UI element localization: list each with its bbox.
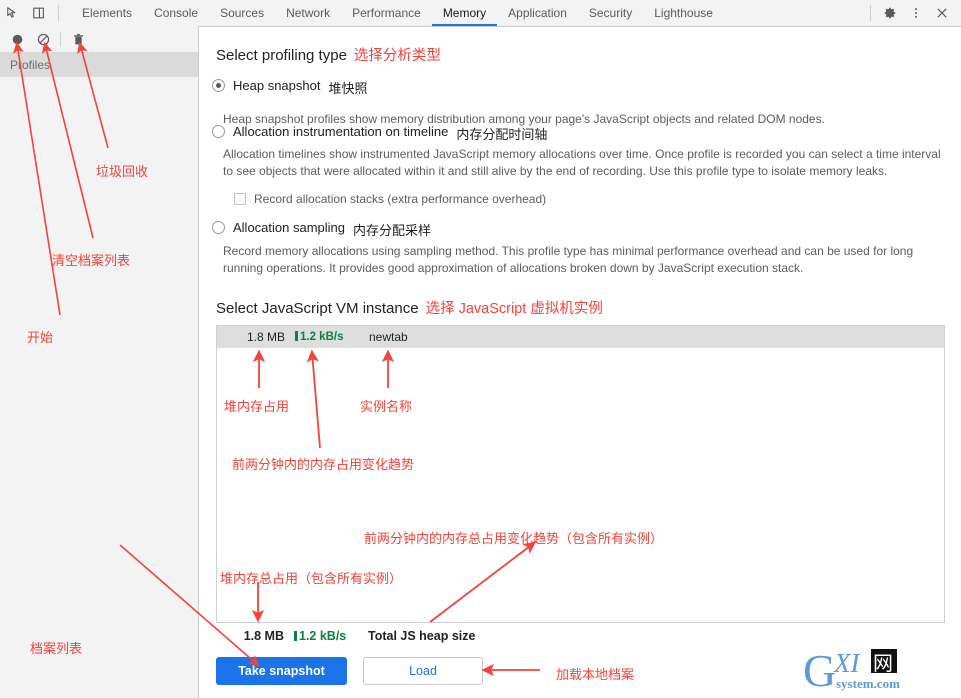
checkbox-label: Record allocation stacks (extra performa… [254, 192, 547, 206]
svg-text:网: 网 [873, 653, 893, 675]
record-button[interactable] [4, 26, 30, 52]
toolbar-divider [60, 31, 61, 47]
annotation-label: 堆内存总占用（包含所有实例） [220, 571, 403, 586]
checkbox-indicator [234, 193, 246, 205]
watermark-logo: G XI 网 system.com [803, 645, 953, 696]
radio-allocation-instrumentation[interactable]: Allocation instrumentation on timeline 内… [212, 124, 547, 143]
sidebar-item-profiles[interactable]: Profiles [0, 53, 198, 77]
annotation-label: 垃圾回收 [96, 164, 149, 179]
tab-sources[interactable]: Sources [209, 0, 275, 26]
profiles-sidebar: Profiles [0, 26, 199, 698]
allocation-instrumentation-description: Allocation timelines show instrumented J… [223, 147, 941, 178]
tab-network[interactable]: Network [275, 0, 341, 26]
total-heap-size: 1.8 MB [243, 629, 284, 643]
radio-label: Allocation sampling [233, 220, 346, 235]
toolbar-divider [58, 5, 59, 21]
radio-heap-snapshot[interactable]: Heap snapshot 堆快照 [212, 78, 367, 97]
allocation-sampling-description: Record memory allocations using sampling… [223, 244, 914, 275]
more-options-icon[interactable] [903, 0, 929, 26]
tab-lighthouse[interactable]: Lighthouse [643, 0, 724, 26]
close-icon[interactable] [929, 0, 955, 26]
sidebar-item-label: Profiles [10, 58, 51, 72]
annotation-label: 实例名称 [360, 399, 413, 414]
vm-instance-name: newtab [369, 330, 408, 344]
radio-allocation-sampling[interactable]: Allocation sampling 内存分配采样 [212, 220, 431, 239]
vm-instance-heading-cn: 选择 JavaScript 虚拟机实例 [425, 301, 603, 317]
radio-label: Heap snapshot [233, 78, 321, 93]
svg-text:XI: XI [833, 648, 861, 678]
take-snapshot-button[interactable]: Take snapshot [216, 657, 347, 685]
collect-garbage-button[interactable] [65, 26, 91, 52]
settings-gear-icon[interactable] [877, 0, 903, 26]
devtools-tabbar-actions [864, 0, 961, 26]
tab-security[interactable]: Security [578, 0, 643, 26]
annotation-label: 开始 [27, 330, 54, 345]
tab-memory[interactable]: Memory [431, 0, 498, 26]
action-button-row: Take snapshot Load [216, 657, 483, 685]
radio-label: Allocation instrumentation on timeline [233, 124, 449, 139]
profiles-toolbar [0, 26, 198, 53]
radio-indicator [212, 79, 225, 92]
vm-heap-size: 1.8 MB [246, 330, 285, 344]
vm-heap-rate: 1.2 kB/s [295, 331, 369, 343]
radio-label-cn: 内存分配时间轴 [456, 127, 548, 142]
annotation-label: 堆内存占用 [224, 399, 290, 414]
vm-instance-heading: Select JavaScript VM instance 选择 JavaScri… [216, 300, 603, 317]
radio-label-cn: 堆快照 [328, 81, 368, 96]
total-heap-rate: 1.2 kB/s [294, 629, 368, 643]
vm-instance-row[interactable]: 1.8 MB 1.2 kB/s newtab [217, 326, 944, 348]
tab-elements[interactable]: Elements [71, 0, 143, 26]
actions-divider [870, 5, 871, 21]
annotation-label: 档案列表 [30, 641, 83, 656]
annotation-label: 前两分钟内的内存总占用变化趋势（包含所有实例） [364, 531, 664, 546]
radio-indicator [212, 221, 225, 234]
trend-bar-icon [295, 331, 298, 341]
inspect-element-icon[interactable] [0, 0, 26, 26]
tab-console[interactable]: Console [143, 0, 209, 26]
annotation-label: 清空档案列表 [52, 253, 131, 268]
tab-performance[interactable]: Performance [341, 0, 432, 26]
profiling-type-heading: Select profiling type 选择分析类型 [216, 47, 441, 64]
load-button[interactable]: Load [363, 657, 483, 685]
total-heap-label: Total JS heap size [368, 629, 476, 643]
profiling-type-heading-cn: 选择分析类型 [353, 48, 441, 64]
devtools-tab-list: Elements Console Sources Network Perform… [71, 0, 724, 26]
annotation-label: 前两分钟内的内存占用变化趋势 [232, 457, 415, 472]
total-heap-row: 1.8 MB 1.2 kB/s Total JS heap size [216, 629, 476, 643]
clear-button[interactable] [30, 26, 56, 52]
svg-text:G: G [803, 646, 836, 694]
annotation-label: 加载本地档案 [556, 667, 635, 682]
radio-indicator [212, 125, 225, 138]
radio-label-cn: 内存分配采样 [353, 223, 432, 238]
devtools-tabbar: Elements Console Sources Network Perform… [0, 0, 961, 27]
tab-application[interactable]: Application [497, 0, 578, 26]
record-allocation-stacks-checkbox[interactable]: Record allocation stacks (extra performa… [234, 192, 546, 206]
memory-panel-content: Select profiling type 选择分析类型 Heap snapsho… [200, 27, 961, 698]
device-toolbar-icon[interactable] [26, 0, 52, 26]
trend-bar-icon [294, 631, 297, 641]
svg-text:system.com: system.com [836, 676, 900, 691]
